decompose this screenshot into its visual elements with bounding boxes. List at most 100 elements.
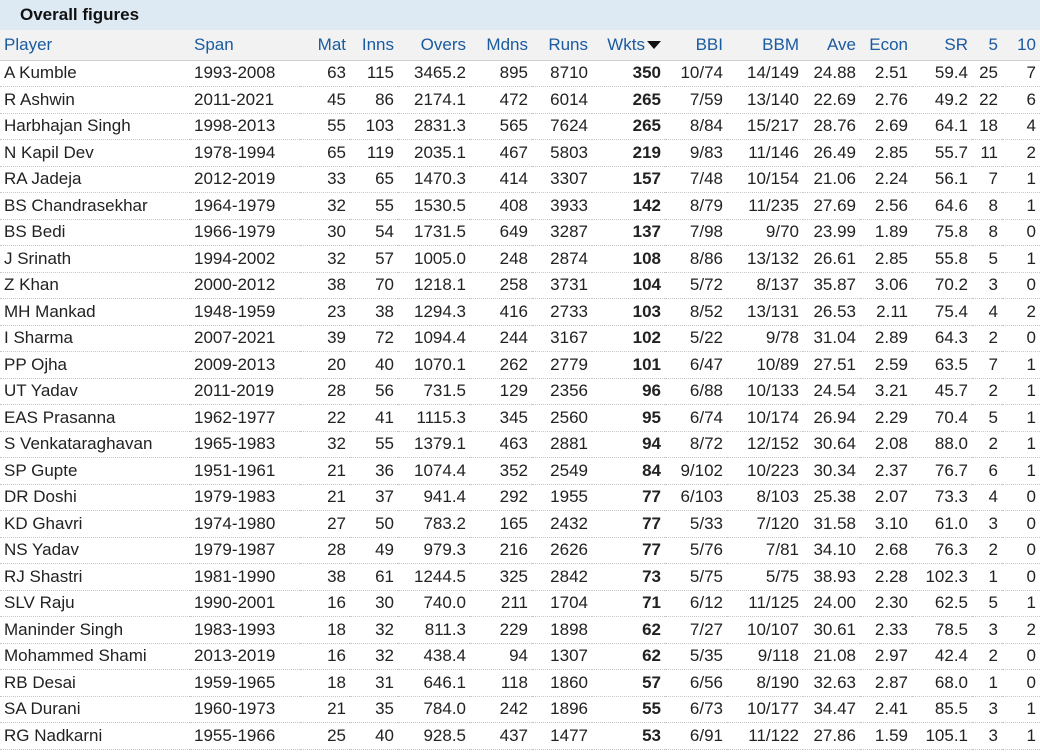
column-header-mdns[interactable]: Mdns	[470, 30, 532, 61]
table-cell: 2.76	[860, 86, 912, 114]
table-cell: 262	[470, 351, 532, 379]
column-header-runs[interactable]: Runs	[532, 30, 592, 61]
table-cell: 8710	[532, 60, 592, 87]
table-cell: 219	[592, 139, 665, 167]
table-cell: 2.97	[860, 643, 912, 670]
table-cell: 28	[300, 537, 350, 564]
table-cell: 0	[1002, 563, 1040, 591]
player-name-cell[interactable]: Z Khan	[0, 272, 190, 299]
table-cell: 8/52	[665, 298, 727, 326]
table-cell: 248	[470, 245, 532, 273]
table-cell: 55	[300, 113, 350, 140]
column-header-5[interactable]: 5	[972, 30, 1002, 61]
table-cell: 6/12	[665, 590, 727, 617]
player-name-cell[interactable]: RA Jadeja	[0, 166, 190, 193]
player-name-cell[interactable]: A Kumble	[0, 60, 190, 87]
column-header-bbm[interactable]: BBM	[727, 30, 803, 61]
player-name-cell[interactable]: Mohammed Shami	[0, 643, 190, 670]
column-header-sr[interactable]: SR	[912, 30, 972, 61]
player-name-cell[interactable]: RB Desai	[0, 669, 190, 697]
table-cell: 14/149	[727, 60, 803, 87]
table-cell: 50	[350, 510, 398, 538]
table-cell: 2.51	[860, 60, 912, 87]
player-name-cell[interactable]: J Srinath	[0, 245, 190, 273]
table-cell: 463	[470, 431, 532, 458]
table-cell: 2.56	[860, 192, 912, 220]
player-name-cell[interactable]: UT Yadav	[0, 378, 190, 405]
column-header-10[interactable]: 10	[1002, 30, 1040, 61]
player-name-cell[interactable]: SP Gupte	[0, 457, 190, 485]
table-cell: 5/72	[665, 272, 727, 299]
table-cell: 59.4	[912, 60, 972, 87]
table-cell: 646.1	[398, 669, 470, 697]
table-cell: 6/91	[665, 722, 727, 750]
table-cell: 979.3	[398, 537, 470, 564]
table-cell: 5	[972, 245, 1002, 273]
column-header-econ[interactable]: Econ	[860, 30, 912, 61]
table-cell: 30	[350, 590, 398, 617]
table-cell: 7	[1002, 60, 1040, 87]
table-cell: 75.8	[912, 219, 972, 246]
table-cell: 414	[470, 166, 532, 193]
table-cell: 20	[300, 351, 350, 379]
player-name-cell[interactable]: SA Durani	[0, 696, 190, 723]
table-cell: 5/22	[665, 325, 727, 352]
table-cell: 2626	[532, 537, 592, 564]
table-row: DR Doshi 1979-1983 21 37 941.4 292 1955 77 6/103…	[0, 484, 1040, 511]
table-cell: 1959-1965	[190, 669, 300, 697]
table-cell: 7624	[532, 113, 592, 140]
player-name-cell[interactable]: RJ Shastri	[0, 563, 190, 591]
table-cell: 1470.3	[398, 166, 470, 193]
table-cell: 24.88	[803, 60, 860, 87]
table-cell: 265	[592, 86, 665, 114]
player-name-cell[interactable]: PP Ojha	[0, 351, 190, 379]
player-name-cell[interactable]: S Venkataraghavan	[0, 431, 190, 458]
player-name-cell[interactable]: RG Nadkarni	[0, 722, 190, 750]
table-cell: 2011-2021	[190, 86, 300, 114]
column-header-label: Overs	[420, 34, 466, 54]
table-cell: 258	[470, 272, 532, 299]
player-name-cell[interactable]: BS Bedi	[0, 219, 190, 246]
player-name-cell[interactable]: SLV Raju	[0, 590, 190, 617]
player-name-cell[interactable]: MH Mankad	[0, 298, 190, 326]
table-cell: 7	[972, 351, 1002, 379]
sort-down-icon[interactable]	[647, 41, 661, 50]
table-cell: 4	[972, 298, 1002, 326]
player-name-cell[interactable]: EAS Prasanna	[0, 404, 190, 432]
column-header-player[interactable]: Player	[0, 30, 190, 61]
player-name-cell[interactable]: NS Yadav	[0, 537, 190, 564]
table-cell: 40	[350, 722, 398, 750]
column-header-wkts[interactable]: Wkts	[592, 30, 665, 61]
table-cell: 472	[470, 86, 532, 114]
table-row: PP Ojha 2009-2013 20 40 1070.1 262 2779 101 6/47…	[0, 351, 1040, 379]
column-header-mat[interactable]: Mat	[300, 30, 350, 61]
table-cell: 2.37	[860, 457, 912, 485]
column-header-span[interactable]: Span	[190, 30, 300, 61]
table-cell: 1005.0	[398, 245, 470, 273]
player-name-cell[interactable]: KD Ghavri	[0, 510, 190, 538]
player-name-cell[interactable]: I Sharma	[0, 325, 190, 352]
column-header-ave[interactable]: Ave	[803, 30, 860, 61]
table-cell: 54	[350, 219, 398, 246]
table-cell: 142	[592, 192, 665, 220]
table-cell: 37	[350, 484, 398, 511]
table-row: RJ Shastri 1981-1990 38 61 1244.5 325 2842 73 5/…	[0, 563, 1040, 591]
table-cell: 3167	[532, 325, 592, 352]
table-cell: 1990-2001	[190, 590, 300, 617]
player-name-cell[interactable]: DR Doshi	[0, 484, 190, 511]
player-name-cell[interactable]: R Ashwin	[0, 86, 190, 114]
table-cell: 16	[300, 590, 350, 617]
column-header-overs[interactable]: Overs	[398, 30, 470, 61]
table-cell: 101	[592, 351, 665, 379]
player-name-cell[interactable]: BS Chandrasekhar	[0, 192, 190, 220]
column-header-inns[interactable]: Inns	[350, 30, 398, 61]
table-cell: 86	[350, 86, 398, 114]
player-name-cell[interactable]: N Kapil Dev	[0, 139, 190, 167]
table-header-row: Player Span Mat Inns Overs Mdns Runs Wkts BBI BBM…	[0, 30, 1040, 61]
player-name-cell[interactable]: Maninder Singh	[0, 616, 190, 644]
table-cell: 72	[350, 325, 398, 352]
column-header-bbi[interactable]: BBI	[665, 30, 727, 61]
table-cell: 2549	[532, 457, 592, 485]
player-name-cell[interactable]: Harbhajan Singh	[0, 113, 190, 140]
table-cell: 129	[470, 378, 532, 405]
